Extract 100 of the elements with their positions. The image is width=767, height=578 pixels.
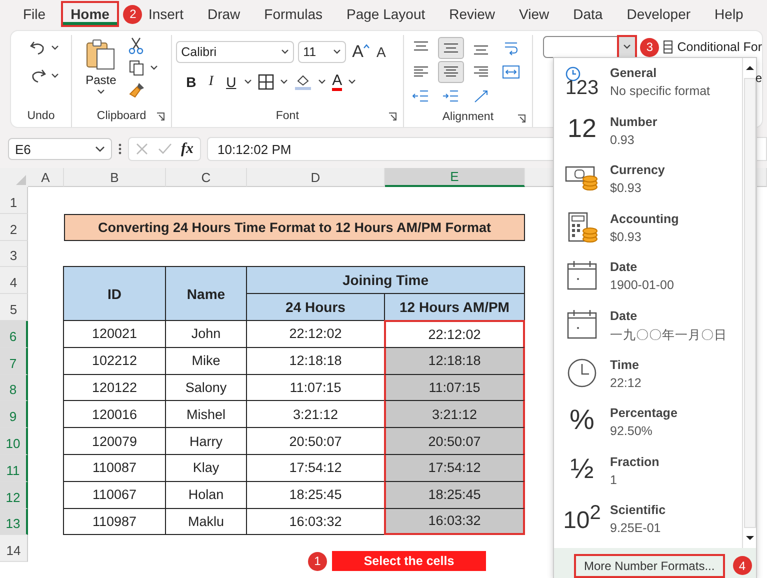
ribbon-tab[interactable]: Data bbox=[564, 2, 612, 26]
ribbon-tab[interactable]: Page Layout bbox=[338, 2, 434, 26]
column-heading: ID bbox=[63, 266, 166, 321]
shrink-font-button[interactable]: A bbox=[374, 44, 388, 60]
paste-button[interactable]: Paste bbox=[82, 35, 120, 105]
table-cell[interactable]: 3:21:12 bbox=[384, 400, 525, 428]
group-label: Undo bbox=[27, 110, 55, 122]
row-header[interactable]: 2 bbox=[0, 214, 28, 241]
row-header[interactable]: 11 bbox=[0, 454, 28, 482]
row-header[interactable]: 4 bbox=[0, 267, 28, 294]
column-header[interactable]: C bbox=[166, 168, 247, 187]
row-header[interactable]: 10 bbox=[0, 428, 28, 455]
scroll-thumb[interactable] bbox=[744, 78, 756, 528]
table-cell[interactable]: 16:03:32 bbox=[384, 508, 525, 536]
caret-icon[interactable] bbox=[244, 79, 252, 85]
row-header[interactable]: 13 bbox=[0, 508, 28, 536]
scrollbar[interactable] bbox=[742, 58, 756, 548]
number-format-item[interactable]: Date 一九〇〇年一月〇日 bbox=[554, 304, 742, 354]
column-header[interactable]: D bbox=[247, 168, 385, 187]
row-header[interactable]: 1 bbox=[0, 187, 28, 214]
scissors-icon[interactable] bbox=[128, 37, 144, 55]
borders-icon[interactable] bbox=[258, 74, 274, 90]
caret-icon[interactable] bbox=[348, 79, 356, 85]
row-header[interactable]: 3 bbox=[0, 240, 28, 268]
format-name: Time bbox=[610, 358, 640, 372]
name-box[interactable]: E6 bbox=[8, 138, 112, 160]
clock-icon bbox=[567, 358, 597, 388]
brush-icon[interactable] bbox=[128, 81, 146, 99]
column-header[interactable]: E bbox=[385, 168, 525, 187]
launcher-icon[interactable] bbox=[517, 114, 526, 123]
caret-icon[interactable] bbox=[318, 79, 326, 85]
table-cell[interactable]: 20:50:07 bbox=[384, 427, 525, 455]
format-sample: 一九〇〇年一月〇日 bbox=[610, 326, 727, 344]
ribbon-tab[interactable]: Review bbox=[440, 2, 504, 26]
row-header[interactable]: 8 bbox=[0, 374, 28, 402]
copy-icon[interactable] bbox=[128, 59, 146, 77]
number-format-item[interactable]: Time 22:12 bbox=[554, 354, 742, 402]
table-cell[interactable]: 18:25:45 bbox=[384, 480, 525, 509]
row-header[interactable]: 5 bbox=[0, 294, 28, 321]
caret-icon[interactable] bbox=[51, 45, 59, 51]
underline-button[interactable]: U bbox=[224, 74, 238, 90]
alignment-button[interactable] bbox=[438, 37, 464, 59]
alignment-button[interactable] bbox=[438, 61, 464, 83]
redo-icon[interactable] bbox=[29, 67, 47, 85]
number-format-field[interactable] bbox=[543, 36, 636, 58]
number-format-item[interactable]: % Percentage 92.50% bbox=[554, 402, 742, 451]
format-sample: 1 bbox=[610, 472, 618, 487]
format-sample: $0.93 bbox=[610, 181, 642, 196]
more-number-formats-button[interactable]: More Number Formats... bbox=[574, 554, 725, 578]
italic-button[interactable]: I bbox=[204, 74, 218, 90]
caret-icon[interactable] bbox=[150, 65, 158, 71]
ribbon-tab[interactable]: Help bbox=[706, 2, 752, 26]
table-cell[interactable]: 11:07:15 bbox=[384, 374, 525, 402]
ribbon-tab[interactable]: Formulas bbox=[255, 2, 332, 26]
ribbon-tab[interactable]: Draw bbox=[198, 2, 250, 26]
bold-button[interactable]: B bbox=[184, 74, 198, 90]
font-name-field[interactable]: Calibri bbox=[176, 41, 294, 63]
step-badge: 2 bbox=[123, 4, 142, 24]
format-name: Fraction bbox=[610, 454, 660, 469]
number-format-item[interactable]: Date 1900-01-00 bbox=[554, 256, 742, 305]
fill-color-icon[interactable] bbox=[294, 73, 312, 91]
format-name: Percentage bbox=[610, 406, 678, 420]
number-format-item[interactable]: 10$^{2}$ Scientific 9.25E-01 bbox=[554, 499, 742, 548]
table-cell[interactable]: 17:54:12 bbox=[384, 454, 525, 482]
number-format-item[interactable]: Accounting $0.93 bbox=[554, 208, 742, 256]
format-name: General bbox=[610, 66, 658, 80]
ribbon-tab[interactable]: View bbox=[510, 2, 558, 26]
format-name: Number bbox=[610, 114, 658, 129]
launcher-icon[interactable] bbox=[156, 112, 166, 121]
arrow-lines-icon bbox=[502, 64, 520, 80]
number-format-item[interactable]: Currency $0.93 bbox=[554, 159, 742, 208]
caret-icon[interactable] bbox=[51, 73, 59, 79]
ribbon-tab[interactable]: Insert bbox=[144, 2, 192, 26]
ribbon-tab[interactable]: Developer bbox=[618, 2, 700, 26]
number-format-item[interactable]: 123 General No specific format bbox=[554, 62, 742, 111]
exponent-icon: 10$^{2}$ bbox=[563, 503, 601, 534]
launcher-icon[interactable] bbox=[388, 112, 397, 121]
caret-icon[interactable] bbox=[280, 79, 288, 85]
column-header[interactable]: B bbox=[64, 168, 166, 187]
ribbon-tab[interactable]: File bbox=[14, 2, 55, 26]
ribbon-tab[interactable]: Home bbox=[60, 1, 120, 27]
undo-icon[interactable] bbox=[29, 39, 47, 57]
row-header[interactable]: 12 bbox=[0, 482, 28, 509]
row-header[interactable]: 6 bbox=[0, 320, 28, 348]
conditional-formatting-button[interactable]: Conditional For bbox=[677, 40, 762, 54]
font-size-field[interactable]: 11 bbox=[298, 41, 346, 63]
row-header[interactable]: 14 bbox=[0, 535, 28, 562]
table-cell[interactable]: 12:18:18 bbox=[384, 346, 525, 375]
number-format-item[interactable]: ½ Fraction 1 bbox=[554, 450, 742, 500]
row-header[interactable]: 7 bbox=[0, 348, 28, 375]
format-name: Date bbox=[610, 308, 638, 323]
column-heading: 24 Hours bbox=[246, 293, 385, 321]
column-header[interactable]: A bbox=[28, 168, 64, 187]
more-icon bbox=[118, 142, 122, 156]
check-icon[interactable] bbox=[157, 142, 173, 156]
row-header[interactable]: 9 bbox=[0, 401, 28, 428]
font-color-button[interactable]: A bbox=[332, 73, 342, 91]
grow-font-button[interactable]: A bbox=[350, 42, 366, 62]
caret-icon bbox=[333, 49, 342, 55]
insert-function-button[interactable]: fx bbox=[181, 140, 194, 158]
